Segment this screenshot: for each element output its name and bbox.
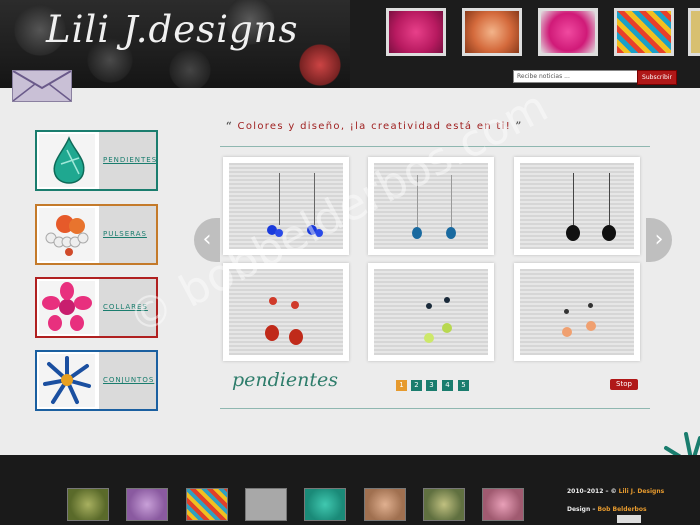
subscribe-button[interactable]: Subscribir: [637, 70, 677, 85]
conjuntos-image: [39, 354, 95, 407]
footer-thumbnail[interactable]: [482, 488, 524, 521]
copyright-brand[interactable]: Lili J. Designs: [619, 488, 665, 495]
header-thumb-multicolor-beads[interactable]: [614, 8, 674, 56]
sidebar-item-label[interactable]: PULSERAS: [99, 206, 156, 263]
footer-thumbnail[interactable]: [67, 488, 109, 521]
designer-link[interactable]: Bob Belderbos: [597, 506, 646, 513]
divider: [220, 408, 650, 409]
copyright-text: 2010–2012 – © Lili J. Designs: [567, 488, 667, 496]
mail-icon[interactable]: [12, 70, 72, 102]
sidebar-item-conjuntos[interactable]: CONJUNTOS: [35, 350, 158, 411]
product-image: [520, 163, 634, 249]
design-prefix: Design –: [567, 506, 596, 513]
page-button[interactable]: 5: [458, 380, 469, 391]
copyright-prefix: 2010–2012 – ©: [567, 488, 617, 495]
product-thumbnail[interactable]: [514, 263, 640, 361]
open-quote-icon: “: [226, 121, 234, 132]
site-logo[interactable]: Lili J.designs: [46, 8, 298, 51]
product-image: [520, 269, 634, 355]
footer-thumbnail[interactable]: [245, 488, 287, 521]
page-button[interactable]: 3: [426, 380, 437, 391]
product-thumbnail[interactable]: [514, 157, 640, 255]
page-button[interactable]: 4: [442, 380, 453, 391]
product-image: [374, 269, 488, 355]
footer-thumbnail[interactable]: [304, 488, 346, 521]
header-thumb-magenta-beads[interactable]: [538, 8, 598, 56]
next-arrow-icon[interactable]: ›: [646, 218, 672, 262]
header-thumb-orange-beads[interactable]: [462, 8, 522, 56]
footer-thumbnail[interactable]: [364, 488, 406, 521]
sidebar-item-pulseras[interactable]: PULSERAS: [35, 204, 158, 265]
sidebar-item-label[interactable]: PENDIENTES: [99, 132, 156, 189]
header-thumbnails: [354, 0, 700, 66]
design-credit: Design – Bob Belderbos: [567, 506, 647, 513]
footer-thumbnail[interactable]: [186, 488, 228, 521]
collares-image: [39, 281, 95, 334]
validator-badge[interactable]: [617, 515, 641, 523]
pendientes-image: [39, 134, 95, 187]
envelope-icon: [12, 70, 72, 102]
pulseras-image: [39, 208, 95, 261]
stop-button[interactable]: Stop: [610, 379, 638, 390]
header-thumb-gold-beads[interactable]: [688, 8, 700, 56]
header-thumb-pink-beads[interactable]: [386, 8, 446, 56]
product-thumbnail[interactable]: [368, 263, 494, 361]
page-button[interactable]: 1: [396, 380, 407, 391]
page-button[interactable]: 2: [411, 380, 422, 391]
sidebar-item-label[interactable]: CONJUNTOS: [99, 352, 156, 409]
footer-thumbnail[interactable]: [126, 488, 168, 521]
gallery-title: pendientes: [232, 369, 338, 391]
sidebar-item-pendientes[interactable]: PENDIENTES: [35, 130, 158, 191]
footer-thumbnail[interactable]: [423, 488, 465, 521]
